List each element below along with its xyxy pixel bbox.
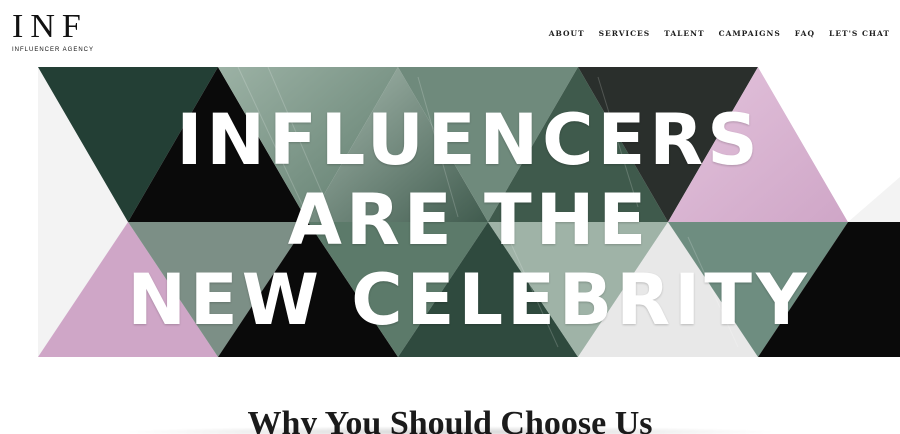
hero-triangle-mosaic [38,67,900,357]
nav-campaigns[interactable]: CAMPAIGNS [719,29,781,38]
hero-banner [38,67,900,357]
nav-faq[interactable]: FAQ [795,29,815,38]
logo-subtitle: INFLUENCER AGENCY [12,47,95,53]
section-divider-shadow [120,426,780,434]
logo[interactable]: INF INFLUENCER AGENCY [12,8,132,54]
nav-about[interactable]: ABOUT [549,29,585,38]
nav-services[interactable]: SERVICES [599,29,651,38]
nav-lets-chat[interactable]: LET'S CHAT [829,29,890,38]
main-nav: ABOUT SERVICES TALENT CAMPAIGNS FAQ LET'… [549,29,890,38]
nav-talent[interactable]: TALENT [664,29,704,38]
logo-mark: INF [12,8,88,45]
